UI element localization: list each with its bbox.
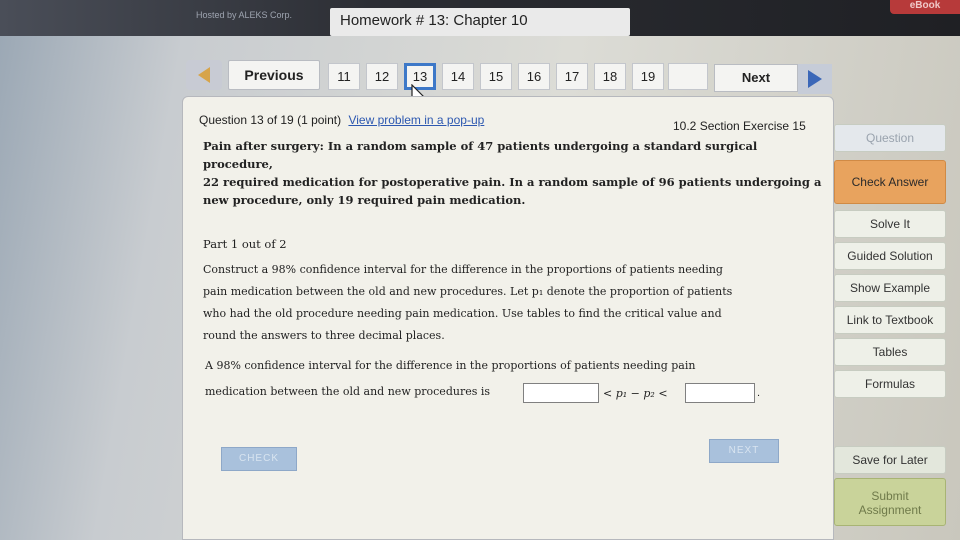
question-16-button[interactable]: 16 [518, 63, 550, 90]
problem-statement: Pain after surgery: In a random sample o… [203, 137, 823, 209]
answer-prompt-line-2: medication between the old and new proce… [205, 385, 491, 398]
answer-prompt-line-1: A 98% confidence interval for the differ… [205, 359, 696, 372]
check-button[interactable]: CHECK [221, 447, 297, 471]
part-label: Part 1 out of 2 [203, 237, 287, 251]
lower-bound-input[interactable] [523, 383, 599, 403]
question-header: Question 13 of 19 (1 point) View problem… [199, 113, 484, 127]
question-blank-slot [668, 63, 708, 90]
solve-it-button[interactable]: Solve It [834, 210, 946, 238]
question-11-button[interactable]: 11 [328, 63, 360, 90]
popup-link[interactable]: View problem in a pop-up [348, 113, 484, 127]
upper-bound-input[interactable] [685, 383, 755, 403]
question-counter: Question 13 of 19 (1 point) [199, 113, 342, 127]
inequality-label: < p₁ − p₂ < [603, 387, 668, 400]
homework-title: Homework # 13: Chapter 10 [330, 8, 630, 36]
section-exercise: 10.2 Section Exercise 15 [673, 119, 806, 133]
instruction-line: who had the old procedure needing pain m… [203, 307, 722, 320]
question-17-button[interactable]: 17 [556, 63, 588, 90]
previous-button[interactable]: Previous [228, 60, 320, 90]
problem-line: new procedure, only 19 required pain med… [203, 193, 526, 207]
hosted-by-text: Hosted by ALEKS Corp. [196, 10, 293, 20]
arrow-right-icon [808, 70, 822, 88]
question-18-button[interactable]: 18 [594, 63, 626, 90]
problem-line: Pain after surgery: In a random sample o… [203, 139, 758, 171]
check-answer-button[interactable]: Check Answer [834, 160, 946, 204]
submit-label: Submit [871, 489, 909, 503]
formulas-button[interactable]: Formulas [834, 370, 946, 398]
instruction-line: Construct a 98% confidence interval for … [203, 263, 723, 276]
show-example-button[interactable]: Show Example [834, 274, 946, 302]
next-part-button[interactable]: NEXT [709, 439, 779, 463]
tables-button[interactable]: Tables [834, 338, 946, 366]
forward-arrow-button[interactable] [798, 64, 832, 94]
question-15-button[interactable]: 15 [480, 63, 512, 90]
question-19-button[interactable]: 19 [632, 63, 664, 90]
guided-solution-button[interactable]: Guided Solution [834, 242, 946, 270]
back-arrow-button[interactable] [186, 60, 222, 90]
sidebar-question-button[interactable]: Question [834, 124, 946, 152]
assignment-label: Assignment [858, 503, 922, 517]
instructions: Construct a 98% confidence interval for … [203, 259, 803, 347]
question-12-button[interactable]: 12 [366, 63, 398, 90]
question-navigation: Previous 11 12 13 14 15 16 17 18 19 Next [186, 58, 836, 94]
question-14-button[interactable]: 14 [442, 63, 474, 90]
problem-line: 22 required medication for postoperative… [203, 175, 822, 189]
ebook-tab[interactable]: eBook [890, 0, 960, 14]
save-for-later-button[interactable]: Save for Later [834, 446, 946, 474]
instruction-line: round the answers to three decimal place… [203, 329, 445, 342]
link-to-textbook-button[interactable]: Link to Textbook [834, 306, 946, 334]
top-bar: Hosted by ALEKS Corp. Homework # 13: Cha… [0, 0, 960, 36]
submit-assignment-button[interactable]: Submit Assignment [834, 478, 946, 526]
next-button[interactable]: Next [714, 64, 798, 92]
instruction-line: pain medication between the old and new … [203, 285, 733, 298]
period-text: . [757, 387, 761, 399]
question-panel: Question 13 of 19 (1 point) View problem… [182, 96, 834, 540]
arrow-left-icon [198, 67, 210, 83]
